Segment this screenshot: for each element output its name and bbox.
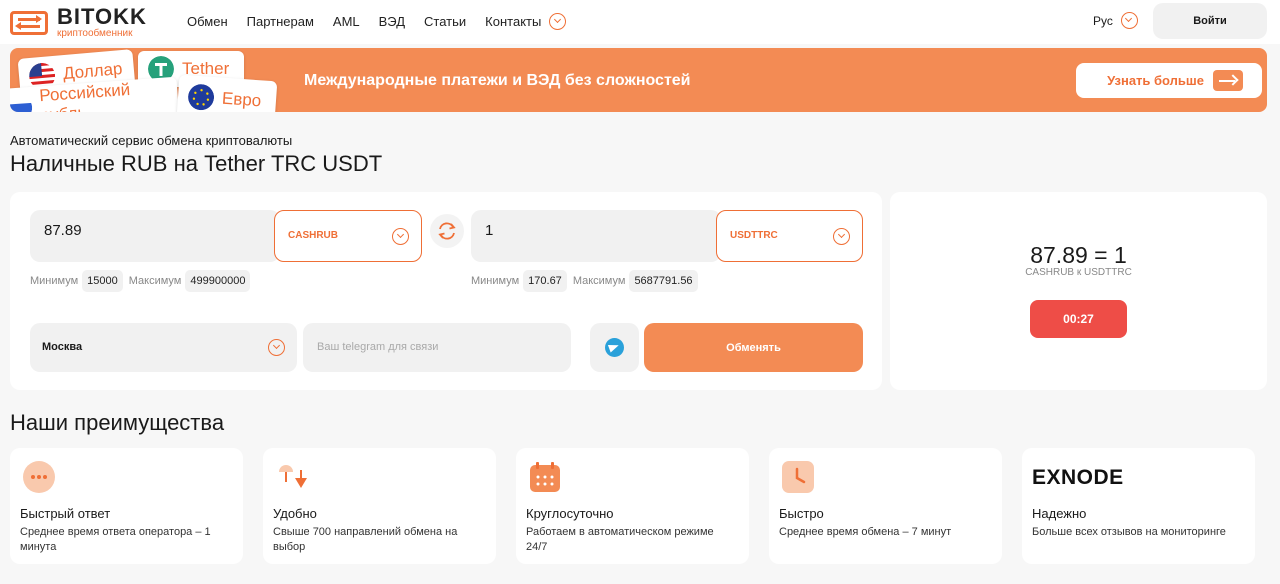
advantages-title: Наши преимущества — [10, 410, 225, 435]
nav-item-exchange[interactable]: Обмен — [187, 14, 228, 29]
swap-icon — [438, 222, 456, 240]
page: BITOKK криптообменник Обмен Партнерам AM… — [0, 0, 1280, 584]
chevron-down-icon — [1120, 12, 1138, 29]
get-amount-input[interactable]: 1 — [471, 210, 721, 262]
chevron-down-icon[interactable] — [549, 13, 567, 30]
learn-more-label: Узнать больше — [1107, 73, 1204, 88]
login-button[interactable]: Войти — [1153, 3, 1267, 39]
min-label: Минимум — [30, 275, 79, 287]
give-currency-select[interactable]: CASHRUB — [274, 210, 422, 262]
rate-value: 87.89 = 1 — [1030, 242, 1127, 268]
get-limits: Минимум 170.67 Максимум 5687791.56 — [471, 270, 704, 292]
advantage-name: Круглосуточно — [526, 506, 614, 521]
advantage-name: Надежно — [1032, 506, 1087, 521]
telegram-input[interactable]: Ваш telegram для связи — [303, 323, 571, 372]
banner-card-label: Евро — [221, 88, 262, 111]
chevron-down-icon — [268, 339, 285, 356]
nav-item-aml[interactable]: AML — [333, 14, 360, 29]
get-currency-label: USDTTRC — [730, 230, 778, 241]
nav-item-ved[interactable]: ВЭД — [379, 14, 405, 29]
chat-icon — [23, 461, 55, 493]
promo-banner[interactable]: Доллар Tether Российский рубль Евро Межд… — [10, 48, 1267, 112]
advantage-description: Работаем в автоматическом режиме 24/7 — [526, 526, 714, 553]
learn-more-button[interactable]: Узнать больше — [1076, 63, 1262, 98]
chevron-down-icon — [833, 228, 850, 245]
advantage-card: Удобно Свыше 700 направлений обмена на в… — [263, 448, 496, 564]
directions-icon — [279, 465, 307, 488]
arrow-right-icon — [1213, 70, 1243, 91]
min-label: Минимум — [471, 275, 520, 287]
page-subtitle: Автоматический сервис обмена криптовалют… — [10, 133, 293, 148]
give-max-value: 499900000 — [185, 270, 251, 292]
telegram-icon — [605, 338, 624, 357]
get-min-value: 170.67 — [523, 270, 567, 292]
swap-button[interactable] — [430, 214, 464, 248]
ru-flag-icon — [10, 93, 34, 112]
give-min-value: 15000 — [82, 270, 123, 292]
get-currency-select[interactable]: USDTTRC — [716, 210, 863, 262]
exchange-arrows-icon — [10, 10, 48, 35]
chevron-down-icon — [392, 228, 409, 245]
advantage-name: Быстро — [779, 506, 824, 521]
give-limits: Минимум 15000 Максимум 499900000 — [30, 270, 256, 292]
logo[interactable]: BITOKK криптообменник — [10, 6, 147, 39]
advantage-card: EXNODE Надежно Больше всех отзывов на мо… — [1022, 448, 1255, 564]
nav-item-partners[interactable]: Партнерам — [247, 14, 314, 29]
advantage-name: Удобно — [273, 506, 317, 521]
telegram-button[interactable] — [590, 323, 639, 372]
advantage-card: Быстрый ответ Среднее время ответа опера… — [10, 448, 243, 564]
language-selector[interactable]: Рус — [1093, 12, 1138, 29]
advantage-description: Среднее время ответа оператора – 1 минут… — [20, 526, 211, 553]
language-label: Рус — [1093, 13, 1113, 28]
max-label: Максимум — [572, 275, 626, 287]
clock-icon — [782, 461, 814, 493]
banner-card-euro: Евро — [176, 74, 278, 112]
eu-flag-icon — [188, 84, 215, 111]
city-select[interactable]: Москва — [30, 323, 297, 372]
nav-item-contacts[interactable]: Контакты — [485, 14, 541, 29]
page-title: Наличные RUB на Tether TRC USDT — [10, 151, 383, 176]
advantage-name: Быстрый ответ — [20, 506, 111, 521]
advantage-description: Больше всех отзывов на мониторинге — [1032, 526, 1226, 538]
header: BITOKK криптообменник Обмен Партнерам AM… — [0, 0, 1280, 44]
advantage-card: Быстро Среднее время обмена – 7 минут — [769, 448, 1002, 564]
banner-headline: Международные платежи и ВЭД без сложност… — [304, 72, 691, 89]
advantage-description: Свыше 700 направлений обмена на выбор — [273, 526, 458, 553]
rate-timer: 00:27 — [1030, 300, 1127, 338]
give-amount-input[interactable]: 87.89 — [30, 210, 280, 262]
city-label: Москва — [42, 341, 83, 353]
calendar-icon — [530, 462, 560, 492]
give-currency-label: CASHRUB — [288, 230, 338, 241]
nav-item-articles[interactable]: Статьи — [424, 14, 466, 29]
advantage-card: Круглосуточно Работаем в автоматическом … — [516, 448, 749, 564]
rate-panel: 87.89 = 1 CASHRUB к USDTTRC 00:27 — [890, 192, 1267, 390]
exnode-logo: EXNODE — [1032, 466, 1124, 489]
logo-subtitle: криптообменник — [57, 28, 133, 39]
exchange-button[interactable]: Обменять — [644, 323, 863, 372]
rate-pair: CASHRUB к USDTTRC — [1025, 267, 1132, 278]
max-label: Максимум — [128, 275, 182, 287]
advantage-description: Среднее время обмена – 7 минут — [779, 526, 952, 538]
get-max-value: 5687791.56 — [629, 270, 698, 292]
logo-name: BITOKK — [57, 4, 147, 29]
main-nav: Обмен Партнерам AML ВЭД Статьи Контакты — [187, 13, 567, 30]
